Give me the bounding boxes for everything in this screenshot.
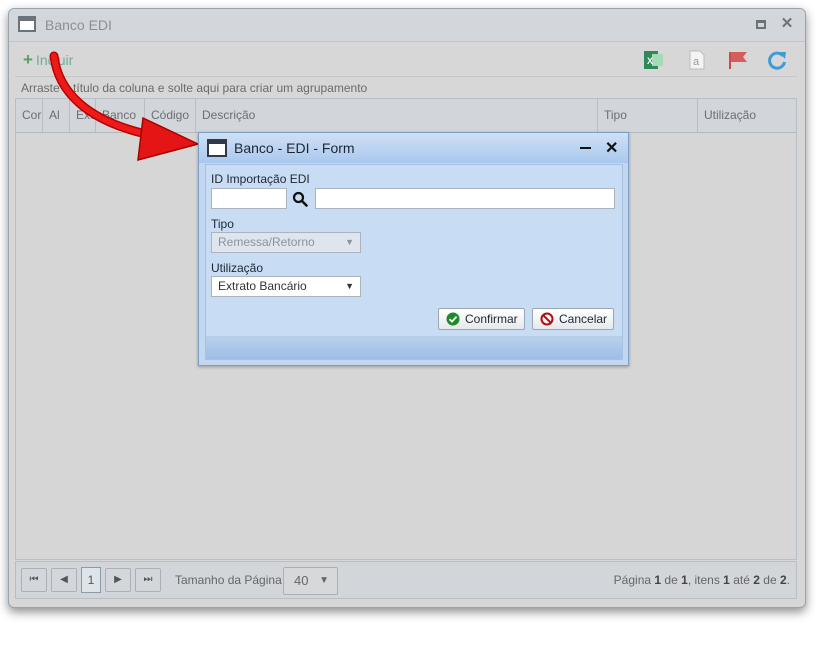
prev-page-button[interactable]: ◀	[51, 568, 77, 592]
cancel-icon	[540, 312, 554, 326]
tipo-label: Tipo	[211, 217, 234, 231]
pager-info-page: 1	[654, 573, 662, 587]
dialog-window-icon	[207, 139, 227, 157]
utilizacao-select[interactable]: Extrato Bancário ▼	[211, 276, 361, 297]
prev-page-icon: ◀	[60, 574, 68, 585]
tipo-select[interactable]: Remessa/Retorno ▼	[211, 232, 361, 253]
next-page-button[interactable]: ▶	[105, 568, 131, 592]
dialog-title: Banco - EDI - Form	[234, 140, 355, 156]
flag-icon[interactable]	[727, 49, 749, 71]
pager-info-prefix: Página	[613, 573, 652, 587]
confirm-button-label: Confirmar	[465, 312, 518, 326]
chevron-down-icon: ▼	[345, 237, 354, 247]
pager-info-total-pages: 1	[681, 573, 688, 587]
id-importacao-label: ID Importação EDI	[211, 172, 310, 186]
cancel-button[interactable]: Cancelar	[532, 308, 614, 330]
check-icon	[446, 312, 460, 326]
maximize-icon	[756, 20, 766, 29]
dialog-body: ID Importação EDI Tipo Remessa/Retorno ▼ …	[205, 164, 623, 360]
pager-info-total: 2	[779, 573, 787, 587]
page-size-value: 40	[294, 573, 309, 588]
page-size-select[interactable]: 40 ▼	[283, 567, 338, 595]
chevron-down-icon: ▼	[319, 575, 329, 586]
red-arrow-annotation	[49, 51, 201, 162]
pager-info-to-word: até	[733, 573, 750, 587]
pager-info: Página 1 de 1, itens 1 até 2 de 2.	[614, 573, 790, 587]
refresh-icon[interactable]	[766, 49, 788, 71]
page-size-label: Tamanho da Página	[175, 573, 282, 587]
next-page-icon: ▶	[114, 574, 122, 585]
close-icon: ✕	[780, 15, 794, 32]
dialog-titlebar: Banco - EDI - Form ✕	[199, 133, 628, 163]
edi-form-dialog: Banco - EDI - Form ✕ ID Importação EDI T…	[198, 132, 629, 366]
maximize-button[interactable]	[752, 15, 770, 33]
descricao-input[interactable]	[315, 188, 615, 209]
pager-info-end: .	[786, 573, 790, 587]
window-icon	[18, 16, 36, 32]
confirm-button[interactable]: Confirmar	[438, 308, 525, 330]
first-page-button[interactable]: ⏮	[21, 568, 47, 592]
first-page-icon: ⏮	[29, 574, 39, 585]
column-header-descricao[interactable]: Descrição	[196, 99, 598, 132]
column-header-utilizacao[interactable]: Utilização	[698, 99, 798, 132]
tipo-select-value: Remessa/Retorno	[218, 235, 315, 249]
cancel-button-label: Cancelar	[559, 312, 608, 326]
spellcheck-icon[interactable]: a	[686, 49, 708, 71]
column-header-cor[interactable]: Cor	[16, 99, 43, 132]
close-button[interactable]: ✕	[778, 15, 796, 33]
svg-text:a: a	[693, 56, 700, 68]
current-page[interactable]: 1	[81, 567, 101, 593]
dialog-close-icon[interactable]: ✕	[605, 138, 618, 158]
pager-info-items: , itens	[687, 573, 720, 587]
last-page-icon: ⏭	[143, 574, 153, 585]
search-icon[interactable]	[292, 191, 308, 207]
excel-export-icon[interactable]: X	[643, 49, 665, 71]
chevron-down-icon: ▼	[345, 281, 354, 291]
minimize-icon[interactable]	[580, 147, 591, 149]
id-importacao-input[interactable]	[211, 188, 287, 209]
utilizacao-label: Utilização	[211, 261, 264, 275]
pager-info-of: de	[664, 573, 678, 587]
plus-icon: +	[23, 50, 33, 69]
svg-text:X: X	[647, 56, 653, 66]
pager-info-from: 1	[723, 573, 730, 587]
pager: ⏮ ◀ 1 ▶ ⏭ Tamanho da Página 40 ▼ Página 1…	[15, 561, 797, 599]
window-title: Banco EDI	[45, 17, 112, 33]
utilizacao-select-value: Extrato Bancário	[218, 279, 307, 293]
window-titlebar: Banco EDI ✕	[9, 9, 805, 42]
dialog-footer	[206, 336, 622, 359]
pager-info-of2: de	[763, 573, 777, 587]
pager-info-to: 2	[753, 573, 760, 587]
last-page-button[interactable]: ⏭	[135, 568, 161, 592]
column-header-tipo[interactable]: Tipo	[598, 99, 698, 132]
